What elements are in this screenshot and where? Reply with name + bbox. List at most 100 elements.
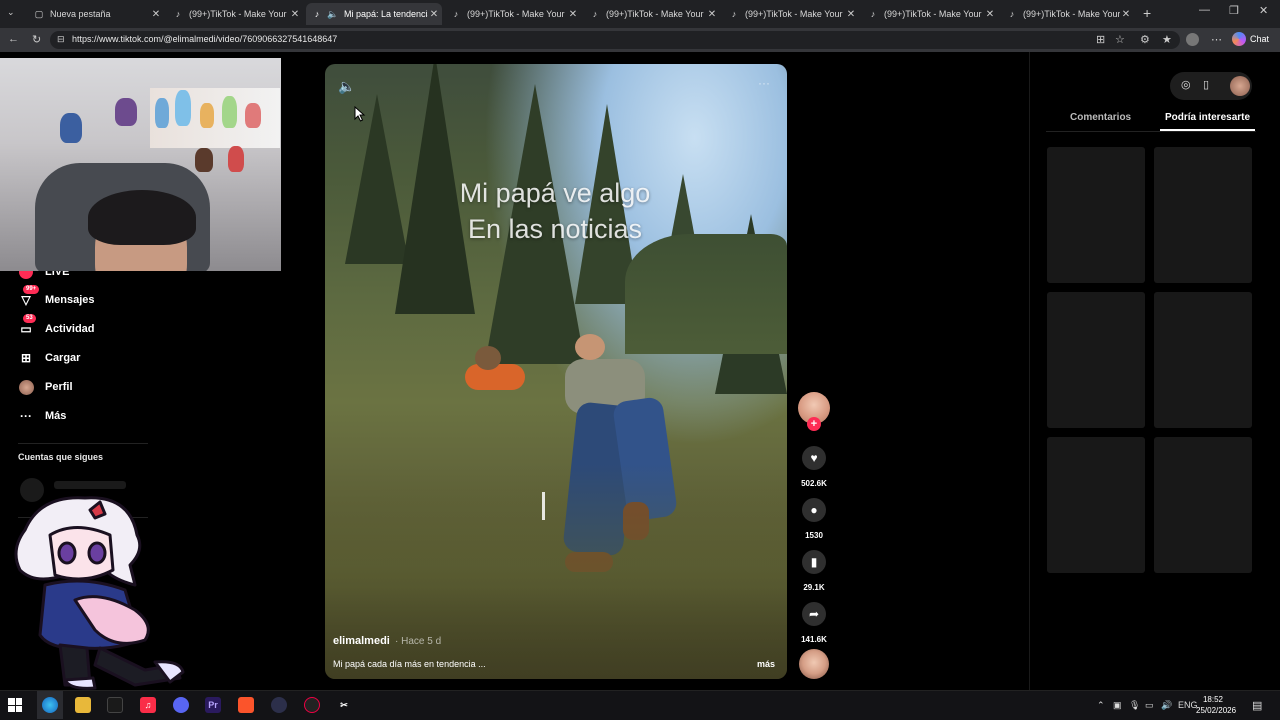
obs-icon[interactable] <box>304 697 320 713</box>
video-author[interactable]: elimalmedi <box>333 635 390 647</box>
tab-title: (99+)TikTok - Make Your Day <box>189 9 289 19</box>
file-explorer-icon[interactable] <box>75 697 91 713</box>
extensions-icon[interactable]: ⚙ <box>1140 33 1150 46</box>
sidebar-item-profile[interactable]: Perfil <box>18 379 73 395</box>
tab-related[interactable]: Podría interesarte <box>1165 112 1250 123</box>
browser-tab[interactable]: ♪ (99+)TikTok - Make Your Day ✕ <box>723 3 859 25</box>
new-tab-icon: ▢ <box>34 8 44 19</box>
premiere-icon[interactable]: Pr <box>205 697 221 713</box>
tiktok-icon: ♪ <box>453 9 459 19</box>
save-button[interactable]: ▮ <box>802 550 826 574</box>
close-icon[interactable]: ✕ <box>984 9 996 20</box>
device-icon[interactable]: ▯ <box>1203 78 1209 91</box>
share-count: 141.6K <box>801 635 827 644</box>
right-panel-divider <box>1029 52 1030 690</box>
discord-icon[interactable] <box>173 697 189 713</box>
site-info-icon[interactable]: ⊟ <box>57 34 65 45</box>
video-thumbnail-placeholder[interactable] <box>1047 292 1145 428</box>
close-icon[interactable]: ✕ <box>428 9 440 20</box>
close-icon[interactable]: ✕ <box>845 9 857 20</box>
like-button[interactable]: ♥ <box>802 446 826 470</box>
copilot-icon <box>1232 32 1246 46</box>
windows-start-icon[interactable] <box>8 698 22 712</box>
tab-actions-chevron-icon[interactable]: ⌄ <box>7 7 15 18</box>
minimize-icon[interactable]: — <box>1199 4 1210 16</box>
maximize-icon[interactable]: ❐ <box>1229 4 1239 17</box>
video-overlay-text: Mi papá ve algo En las noticias <box>330 175 780 247</box>
video-thumbnail-placeholder[interactable] <box>1154 147 1252 283</box>
close-icon[interactable]: ✕ <box>567 9 579 20</box>
comment-button[interactable]: ● <box>802 498 826 522</box>
network-icon[interactable]: ▭ <box>1145 700 1154 711</box>
share-button[interactable]: ➦ <box>802 602 826 626</box>
messages-icon: ▽ 99+ <box>18 285 40 308</box>
browser-tab[interactable]: ♪ (99+)TikTok - Make Your Day ✕ <box>445 3 581 25</box>
tab-title: (99+)TikTok - Make Your Da <box>1023 9 1120 19</box>
speaker-icon[interactable]: 🔈 <box>327 9 338 19</box>
favorites-icon[interactable]: ★ <box>1162 33 1172 46</box>
tray-app-icon[interactable]: ▣ <box>1113 700 1122 711</box>
app-icon[interactable] <box>107 697 123 713</box>
close-icon[interactable]: ✕ <box>706 9 718 20</box>
tray-chevron-icon[interactable]: ⌃ <box>1097 700 1105 711</box>
brave-icon[interactable] <box>238 697 254 713</box>
window-close-icon[interactable]: ✕ <box>1259 4 1268 17</box>
system-clock[interactable]: 18:52 25/02/2026 <box>1196 694 1236 716</box>
favorite-star-icon[interactable]: ☆ <box>1115 33 1125 46</box>
volume-icon[interactable]: 🔈 <box>338 78 355 95</box>
heart-icon: ♥ <box>810 451 818 465</box>
sidebar-item-label: Más <box>45 410 67 422</box>
back-icon[interactable]: ← <box>8 33 19 45</box>
coin-icon[interactable]: ◎ <box>1181 78 1191 91</box>
browser-tab-active[interactable]: ♪ 🔈 Mi papá: La tendencia l ✕ <box>306 3 442 25</box>
sidebar-item-activity[interactable]: ▭ 53 Actividad <box>18 314 95 337</box>
video-thumbnail-placeholder[interactable] <box>1154 292 1252 428</box>
music-disc-avatar[interactable] <box>799 649 829 679</box>
video-thumbnail-placeholder[interactable] <box>1047 437 1145 573</box>
browser-tab[interactable]: ▢ Nueva pestaña ✕ <box>28 3 164 25</box>
app-icon[interactable] <box>271 697 287 713</box>
edge-icon[interactable] <box>42 697 58 713</box>
browser-tab[interactable]: ♪ (99+)TikTok - Make Your Day ✕ <box>167 3 303 25</box>
browser-tab[interactable]: ♪ (99+)TikTok - Make Your Day ✕ <box>584 3 720 25</box>
url-text[interactable]: https://www.tiktok.com/@elimalmedi/video… <box>72 34 337 44</box>
follow-plus-button[interactable]: + <box>807 417 821 431</box>
tab-title: (99+)TikTok - Make Your Day <box>467 9 567 19</box>
capcut-icon[interactable]: ✂ <box>336 697 352 713</box>
following-title: Cuentas que sigues <box>18 452 104 462</box>
chat-label: Chat <box>1250 34 1270 44</box>
sidebar-item-more[interactable]: ··· Más <box>18 408 66 424</box>
tab-title: (99+)TikTok - Make Your Day <box>884 9 984 19</box>
copilot-chat-button[interactable]: Chat <box>1232 32 1269 46</box>
overlay-line: En las noticias <box>467 214 643 244</box>
video-thumbnail-placeholder[interactable] <box>1047 147 1145 283</box>
more-options-icon[interactable]: ··· <box>758 76 770 90</box>
menu-dots-icon[interactable]: ⋯ <box>1211 33 1222 46</box>
sidebar-item-messages[interactable]: ▽ 99+ Mensajes <box>18 285 95 308</box>
video-caption: Mi papá cada día más en tendencia ... <box>333 659 486 669</box>
microphone-icon[interactable]: 🎙 <box>1129 700 1140 711</box>
caption-more-link[interactable]: más <box>757 659 775 669</box>
bookmark-icon: ▮ <box>810 555 818 569</box>
browser-tab[interactable]: ♪ (99+)TikTok - Make Your Da ✕ <box>1001 3 1134 25</box>
volume-tray-icon[interactable]: 🔊 <box>1161 700 1172 711</box>
comment-count: 1530 <box>805 531 823 540</box>
new-tab-plus-icon[interactable]: + <box>1143 5 1151 21</box>
reading-view-icon[interactable]: ⊞ <box>1096 33 1105 46</box>
sidebar-item-upload[interactable]: ⊞ Cargar <box>18 350 81 366</box>
music-app-icon[interactable]: ♫ <box>140 697 156 713</box>
close-icon[interactable]: ✕ <box>150 9 162 20</box>
close-icon[interactable]: ✕ <box>1120 9 1132 20</box>
video-thumbnail-placeholder[interactable] <box>1154 437 1252 573</box>
language-indicator[interactable]: ENG <box>1178 700 1198 710</box>
browser-tab[interactable]: ♪ (99+)TikTok - Make Your Day ✕ <box>862 3 998 25</box>
reload-icon[interactable]: ↻ <box>32 33 41 46</box>
video-player[interactable] <box>325 64 787 679</box>
clock-time: 18:52 <box>1202 695 1224 704</box>
tab-comments[interactable]: Comentarios <box>1070 112 1131 123</box>
user-avatar[interactable] <box>1230 76 1250 96</box>
profile-avatar-icon[interactable] <box>1186 33 1199 46</box>
notifications-icon[interactable]: ▤ <box>1252 699 1262 712</box>
more-icon: ··· <box>20 409 32 423</box>
close-icon[interactable]: ✕ <box>289 9 301 20</box>
